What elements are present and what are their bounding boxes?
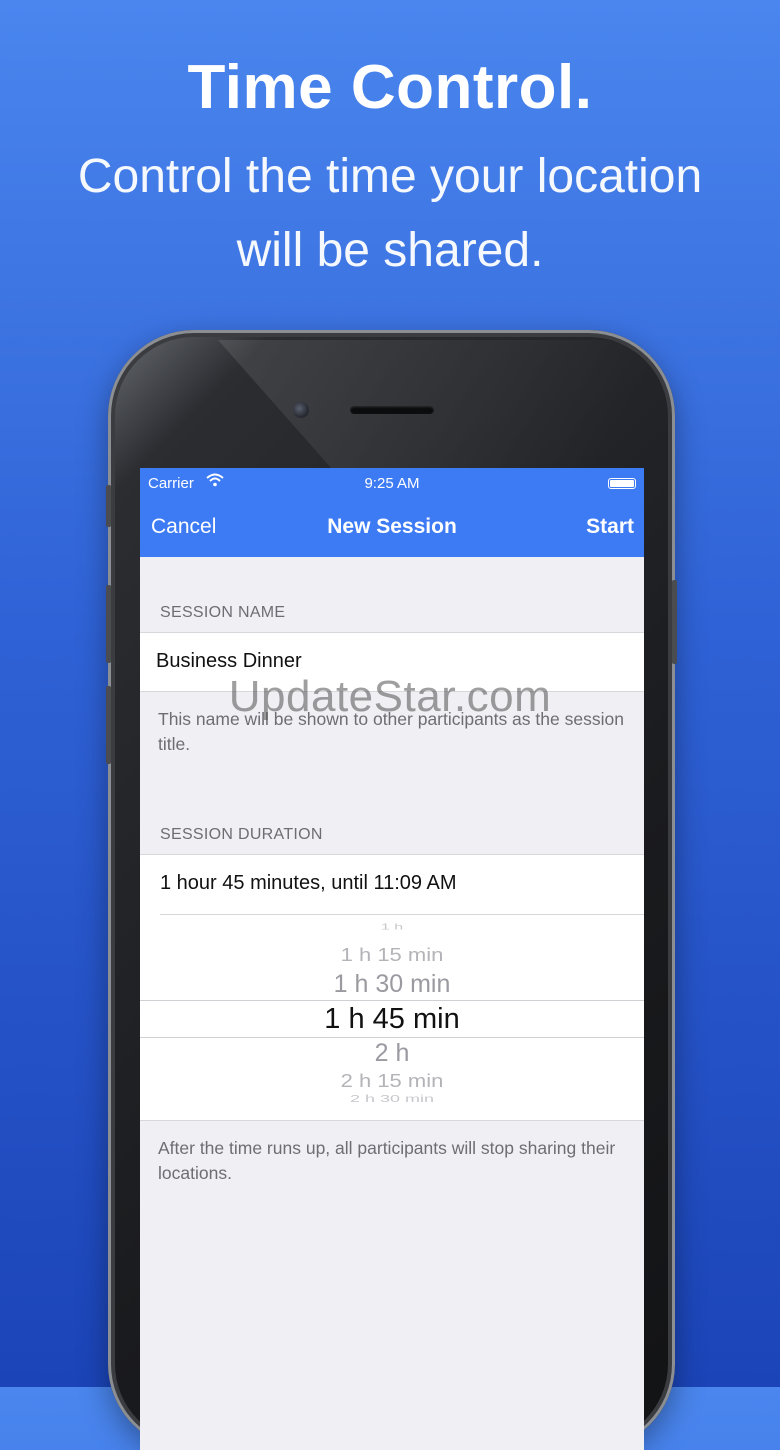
subline: Control the time your location will be s… xyxy=(77,150,703,277)
session-name-input[interactable]: Business Dinner xyxy=(156,650,302,673)
status-time: 9:25 AM xyxy=(364,475,420,492)
duration-summary: 1 hour 45 minutes, until 11:09 AM xyxy=(160,872,457,894)
session-duration-cell[interactable]: 1 hour 45 minutes, until 11:09 AM 1 h 1 … xyxy=(140,854,644,1121)
picker-option[interactable]: 2 h xyxy=(140,1039,644,1068)
picker-selection-top-line xyxy=(140,1000,644,1001)
picker-selection-bottom-line xyxy=(140,1037,644,1038)
front-camera-icon xyxy=(293,402,309,418)
duration-picker[interactable]: 1 h 1 h 15 min 1 h 30 min 1 h 45 min 2 h… xyxy=(140,915,644,1121)
nav-title: New Session xyxy=(327,515,457,538)
mute-switch xyxy=(106,485,111,527)
status-bar: Carrier 9:25 AM xyxy=(140,468,644,498)
phone-screen: Carrier 9:25 AM Cancel New Session Start… xyxy=(140,468,644,1450)
headline: Time Control. xyxy=(187,53,593,122)
picker-option[interactable]: 1 h 30 min xyxy=(140,970,644,999)
watermark: UpdateStar.com xyxy=(228,672,552,721)
power-button xyxy=(672,580,677,664)
session-name-header: SESSION NAME xyxy=(160,604,286,621)
navigation-bar: Cancel New Session Start xyxy=(140,498,644,557)
picker-selected-option[interactable]: 1 h 45 min xyxy=(140,1003,644,1036)
earpiece-speaker xyxy=(350,406,434,414)
volume-up-button xyxy=(106,585,111,663)
session-duration-header: SESSION DURATION xyxy=(160,826,323,843)
picker-option[interactable]: 2 h 15 min xyxy=(140,1070,644,1092)
battery-icon xyxy=(608,478,636,489)
phone-frame: Carrier 9:25 AM Cancel New Session Start… xyxy=(106,330,678,1450)
picker-option[interactable]: 1 h 15 min xyxy=(140,944,644,966)
picker-option[interactable]: 1 h xyxy=(140,923,644,932)
start-button[interactable]: Start xyxy=(586,515,634,539)
session-duration-footer: After the time runs up, all participants… xyxy=(158,1138,616,1183)
picker-option[interactable]: 2 h 30 min xyxy=(140,1093,644,1105)
